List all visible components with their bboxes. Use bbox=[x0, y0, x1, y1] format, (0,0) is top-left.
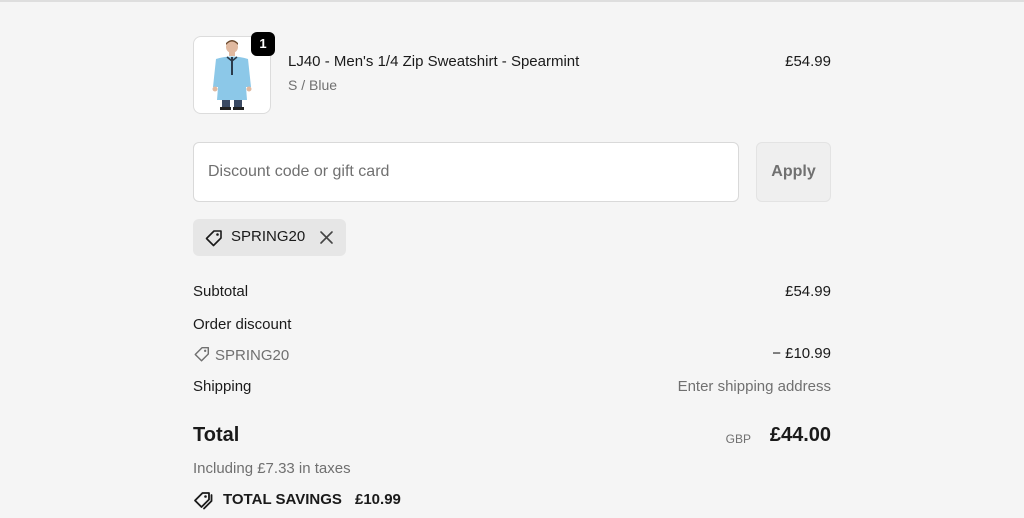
product-title: LJ40 - Men's 1/4 Zip Sweatshirt - Spearm… bbox=[288, 53, 580, 70]
top-divider bbox=[0, 0, 1024, 2]
line-item: 1 LJ40 - Men's 1/4 Zip Sweatshirt - Spea… bbox=[193, 32, 831, 114]
product-variant: S / Blue bbox=[288, 77, 338, 93]
close-icon[interactable] bbox=[319, 230, 334, 250]
product-price: £54.99 bbox=[785, 53, 831, 70]
shipping-label: Shipping bbox=[193, 378, 252, 395]
total-value: £44.00 bbox=[769, 424, 831, 446]
shipping-value: Enter shipping address bbox=[677, 378, 831, 395]
quantity-badge: 1 bbox=[251, 32, 275, 56]
subtotal-label: Subtotal bbox=[193, 283, 249, 300]
applied-discount-code: SPRING20 bbox=[231, 228, 306, 245]
product-thumbnail: 1 bbox=[193, 32, 275, 114]
order-discount-code-row: SPRING20 bbox=[193, 345, 289, 367]
total-savings-amount: £10.99 bbox=[355, 491, 401, 508]
order-discount-value: − £10.99 bbox=[772, 345, 831, 362]
applied-discount-chip: SPRING20 bbox=[193, 219, 346, 256]
tag-icon bbox=[204, 228, 224, 253]
tag-icon bbox=[193, 345, 211, 367]
taxes-note: Including £7.33 in taxes bbox=[193, 460, 351, 477]
order-discount-code: SPRING20 bbox=[215, 347, 290, 364]
savings-tag-icon bbox=[193, 490, 215, 514]
total-currency: GBP bbox=[725, 432, 751, 446]
apply-button[interactable]: Apply bbox=[756, 142, 831, 202]
total-label: Total bbox=[193, 424, 240, 446]
order-discount-label: Order discount bbox=[193, 316, 292, 333]
total-savings-label: TOTAL SAVINGS bbox=[223, 491, 342, 508]
subtotal-value: £54.99 bbox=[785, 283, 831, 300]
discount-code-input[interactable] bbox=[193, 142, 739, 202]
